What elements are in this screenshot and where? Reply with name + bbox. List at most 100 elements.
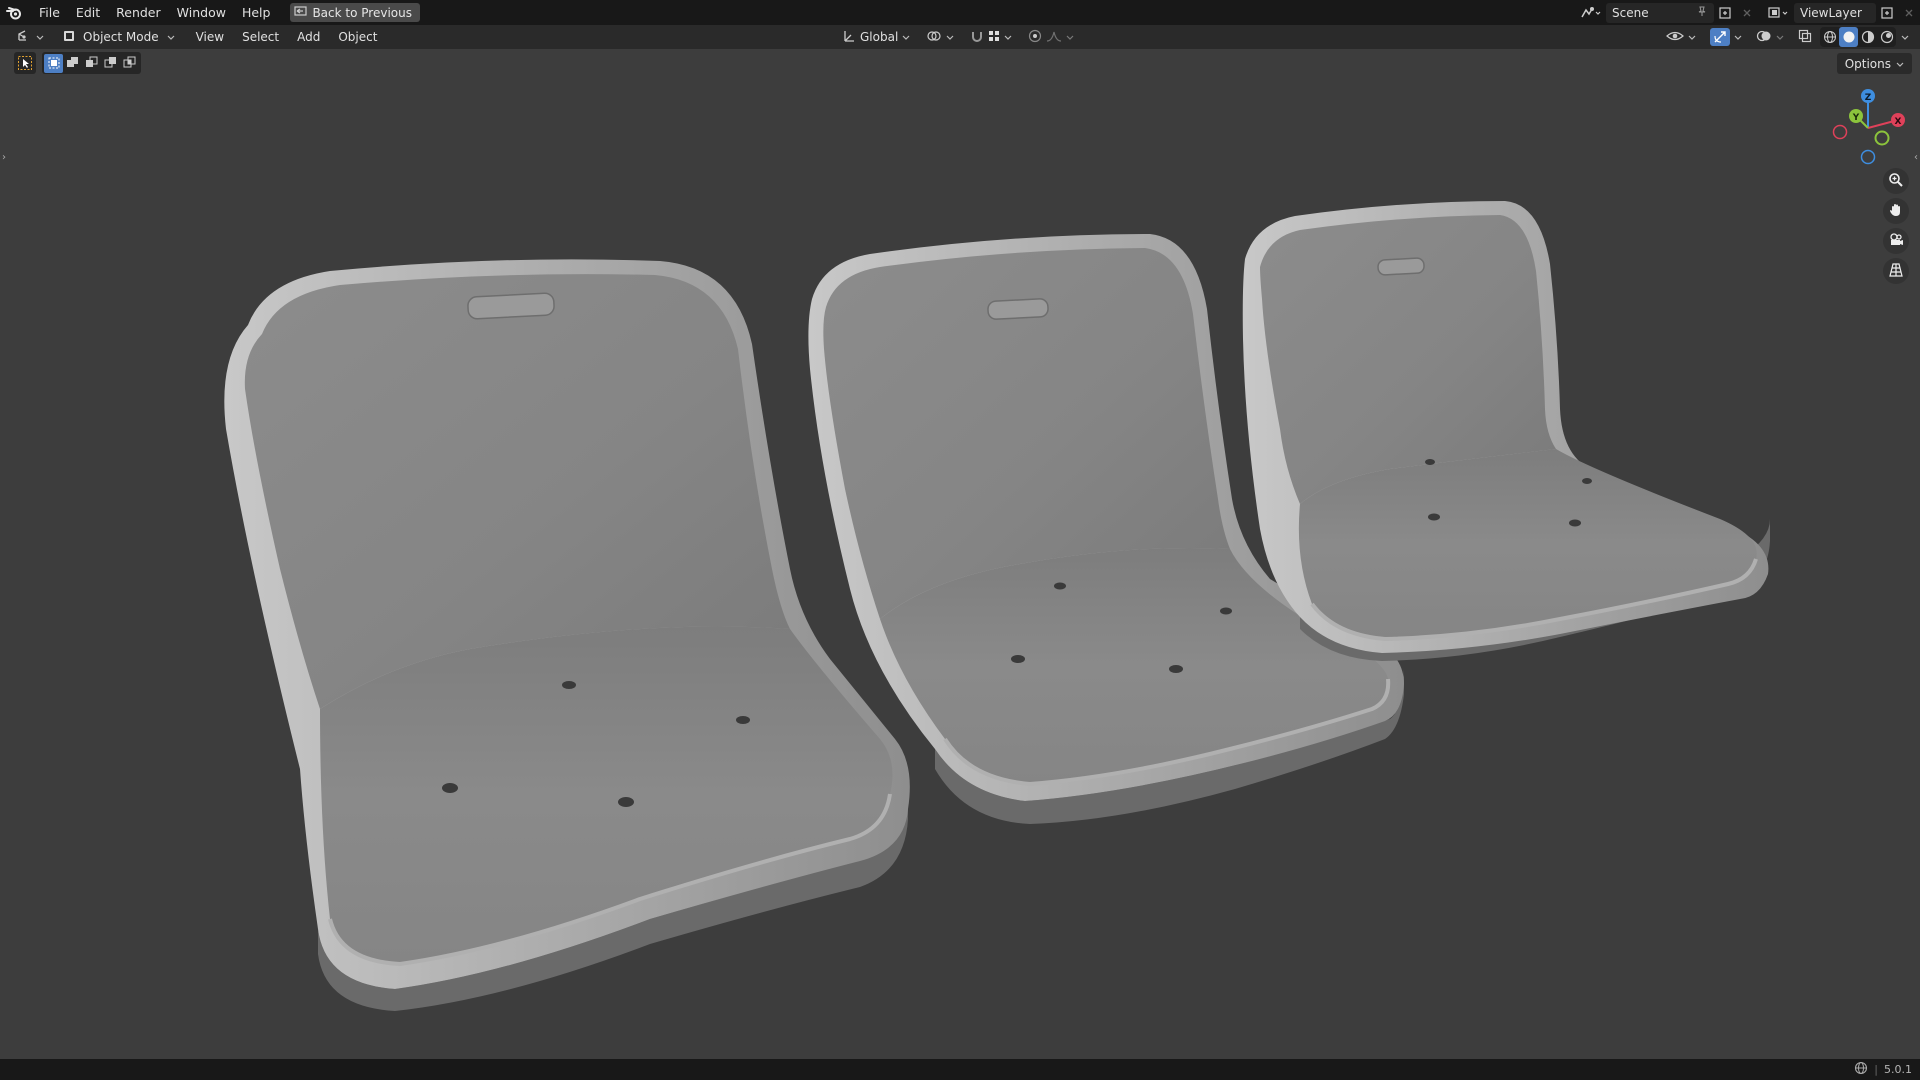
editor-type-selector[interactable] [10,27,50,47]
menu-edit[interactable]: Edit [68,2,108,24]
viewport-header: Object Mode View Select Add Object Globa… [0,25,1920,49]
chevron-down-icon [1896,57,1904,71]
toolbar-expand-arrow[interactable]: › [0,149,8,165]
seat-small[interactable] [1242,201,1770,661]
scene-selector-icon[interactable] [1576,3,1606,23]
snap-grid-icon [988,30,1000,45]
chevron-down-icon [1066,30,1074,44]
3d-viewport[interactable]: › ‹ [0,49,1920,1059]
chevron-down-icon [1901,30,1909,44]
proportional-editing-toggle[interactable] [1022,27,1080,47]
scene-name: Scene [1612,5,1649,20]
object-mode-label: Object Mode [83,30,159,44]
options-dropdown[interactable]: Options [1836,53,1912,74]
chevron-down-icon [902,30,910,44]
set-new-selection-icon[interactable] [44,53,63,73]
visibility-dropdown[interactable] [1660,27,1702,47]
navigation-gizmo[interactable]: Z X Y [1826,86,1910,170]
status-separator: | [1874,1063,1878,1076]
wireframe-shading-button[interactable] [1820,27,1839,47]
object-mode-dropdown[interactable]: Object Mode [56,27,181,47]
chevron-down-icon [1776,30,1784,44]
seat-large[interactable] [224,259,910,1011]
blender-logo-icon[interactable] [5,4,23,22]
zoom-icon [1888,172,1904,191]
pivot-icon [926,29,942,46]
neg-x-axis-handle [1832,124,1848,140]
3d-viewport-icon [16,29,32,46]
gizmo-toggle[interactable] [1704,27,1748,47]
pivot-point-dropdown[interactable] [920,27,960,47]
eye-icon [1666,29,1684,46]
zoom-button[interactable] [1883,168,1909,194]
selection-mode-group [42,52,141,74]
rendered-shading-button[interactable] [1877,27,1896,47]
scene-name-field[interactable]: Scene [1606,2,1714,23]
orientation-axes-icon [842,29,856,46]
new-view-layer-icon[interactable] [1876,3,1898,23]
view-layer-selector-icon[interactable] [1764,3,1794,23]
network-icon[interactable] [1854,1061,1868,1078]
camera-icon [1888,232,1904,251]
extend-selection-icon[interactable] [63,54,82,73]
menu-window[interactable]: Window [169,2,234,24]
new-scene-icon[interactable] [1714,3,1736,23]
sidebar-expand-arrow[interactable]: ‹ [1912,149,1920,165]
pin-icon[interactable] [1696,5,1708,20]
top-bar: File Edit Render Window Help Back to Pre… [0,0,1920,25]
viewport-scene [224,201,1770,1011]
menu-help[interactable]: Help [234,2,279,24]
xray-icon [1798,29,1812,46]
chevron-down-icon [1004,30,1012,44]
delete-view-layer-icon[interactable] [1898,3,1920,23]
options-label: Options [1844,56,1891,71]
perspective-toggle-button[interactable] [1883,258,1909,284]
grid-perspective-icon [1888,262,1904,281]
shading-mode-group [1820,27,1896,47]
back-to-previous-label: Back to Previous [312,5,412,20]
chevron-down-icon [36,30,44,44]
proportional-edit-icon [1028,29,1042,46]
subtract-selection-icon[interactable] [82,54,101,73]
version-label: 5.0.1 [1884,1063,1912,1076]
back-screen-icon [294,5,308,20]
pan-button[interactable] [1883,198,1909,224]
invert-selection-icon[interactable] [101,54,120,73]
back-to-previous-button[interactable]: Back to Previous [290,3,420,22]
intersect-selection-icon[interactable] [120,54,139,73]
overlays-icon [1756,29,1772,46]
orientation-label: Global [860,30,899,44]
solid-shading-button[interactable] [1839,27,1858,47]
neg-y-axis-handle [1874,130,1890,146]
gizmo-arrows-icon [1710,28,1730,46]
material-preview-shading-button[interactable] [1858,27,1877,47]
neg-z-axis-handle [1860,149,1876,165]
falloff-curve-icon [1046,30,1062,45]
menu-select[interactable]: Select [233,27,288,47]
svg-text:Z: Z [1865,93,1872,103]
snap-toggle[interactable] [964,27,1018,47]
menu-view[interactable]: View [187,27,233,47]
camera-view-button[interactable] [1883,228,1909,254]
status-bar: | 5.0.1 [0,1059,1920,1080]
shading-options-dropdown[interactable] [1898,27,1912,47]
menu-file[interactable]: File [31,2,68,24]
view-layer-field[interactable]: ViewLayer [1794,2,1876,23]
tool-settings-row [14,52,141,74]
svg-text:Y: Y [1852,113,1860,123]
chevron-down-icon [1734,30,1742,44]
menu-render[interactable]: Render [108,2,169,24]
chevron-down-icon [946,30,954,44]
delete-scene-icon[interactable] [1736,3,1758,23]
view-layer-name: ViewLayer [1800,5,1862,20]
xray-toggle[interactable] [1792,27,1818,47]
select-tool-button[interactable] [14,52,36,74]
menu-add[interactable]: Add [288,27,329,47]
hand-icon [1888,202,1904,221]
magnet-icon [970,29,984,46]
transform-orientation-dropdown[interactable]: Global [836,27,916,47]
chevron-down-icon [1688,30,1696,44]
svg-text:X: X [1895,117,1902,127]
menu-object[interactable]: Object [329,27,386,47]
overlays-toggle[interactable] [1750,27,1790,47]
